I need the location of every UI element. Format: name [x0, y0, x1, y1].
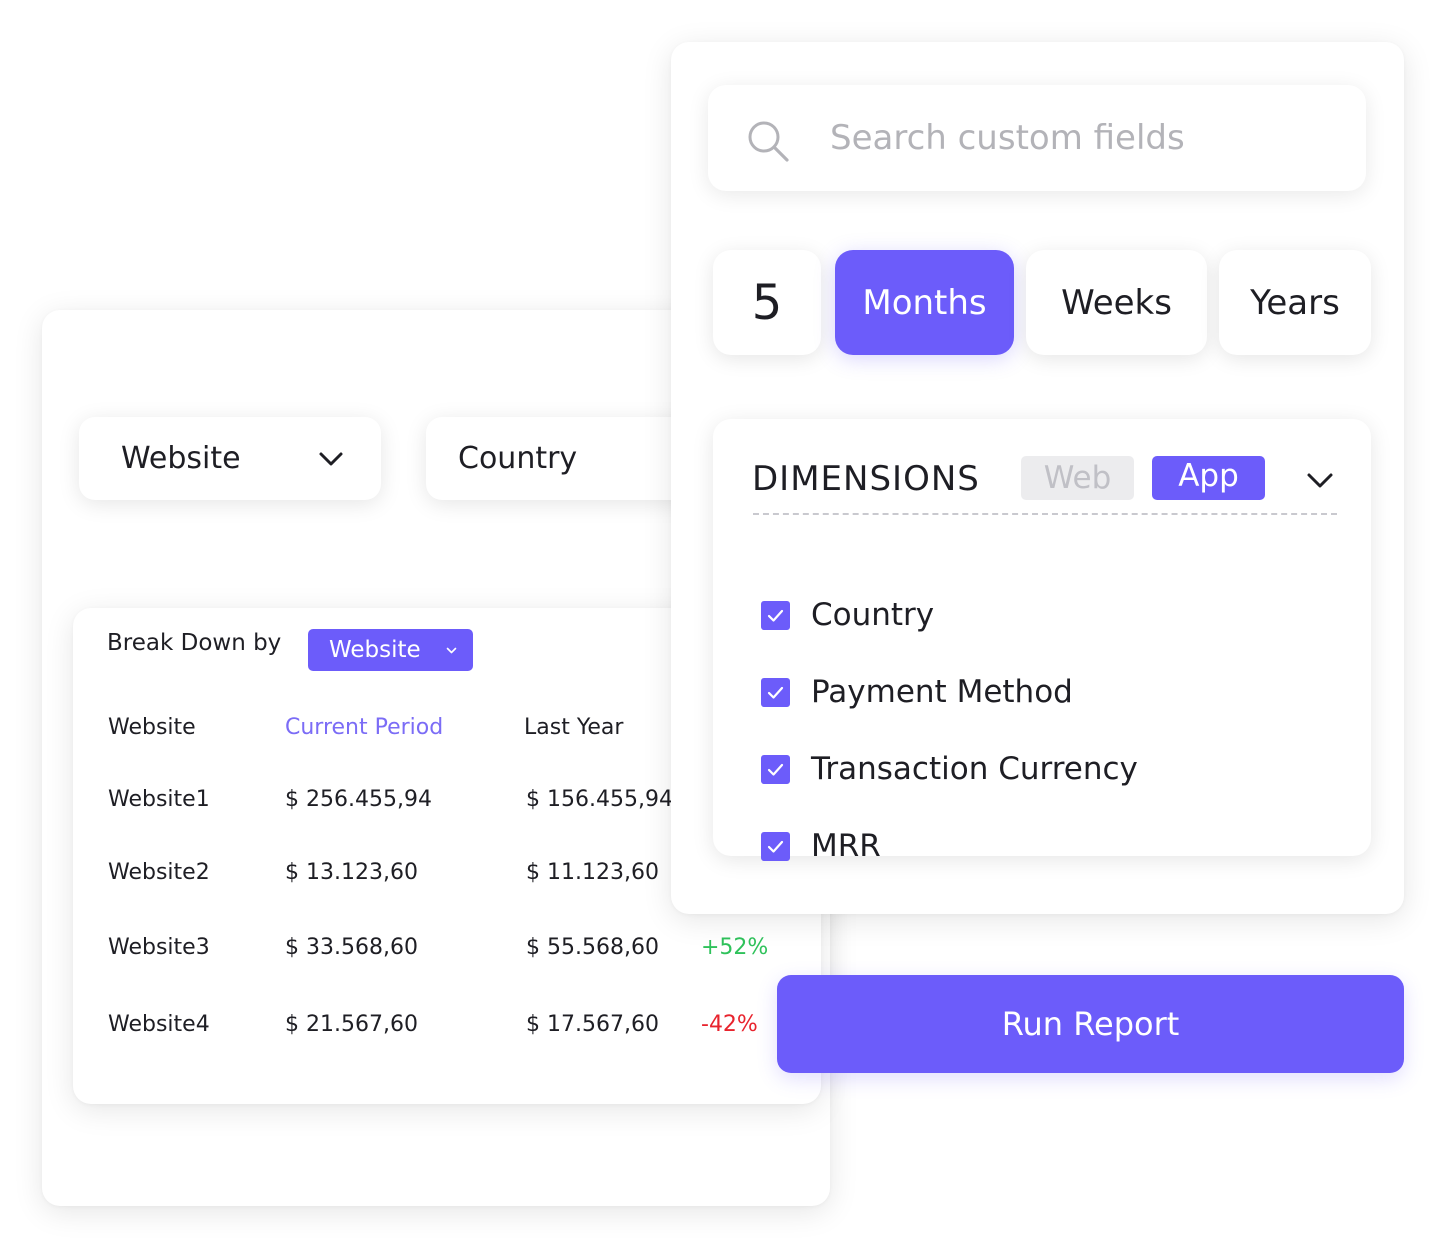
column-header-current-period[interactable]: Current Period [285, 715, 443, 740]
cell-site: Website4 [108, 1012, 210, 1037]
period-years-button[interactable]: Years [1219, 250, 1371, 355]
cell-current: $ 13.123,60 [285, 860, 418, 885]
website-dropdown[interactable]: Website [79, 417, 381, 500]
website-dropdown-label: Website [121, 441, 241, 476]
cell-last-year: $ 11.123,60 [526, 860, 659, 885]
search-input[interactable] [830, 113, 1330, 163]
chevron-down-icon [446, 647, 457, 654]
dimension-item-mrr[interactable]: MRR [761, 826, 881, 866]
cell-current: $ 21.567,60 [285, 1012, 418, 1037]
period-count-input[interactable]: 5 [713, 250, 821, 355]
dimension-label: Country [811, 597, 935, 633]
breakdown-select-value: Website [329, 637, 421, 663]
tag-app[interactable]: App [1152, 456, 1265, 500]
cell-current: $ 33.568,60 [285, 935, 418, 960]
check-icon [767, 840, 784, 853]
cell-last-year: $ 156.455,94 [526, 787, 673, 812]
cell-site: Website3 [108, 935, 210, 960]
search-box [708, 85, 1366, 191]
search-icon [748, 121, 789, 162]
settings-panel: 5 Months Weeks Years DIMENSIONS Web App … [671, 42, 1404, 914]
breakdown-label: Break Down by [107, 630, 282, 656]
check-icon [767, 609, 784, 622]
dimension-label: Transaction Currency [811, 751, 1138, 787]
period-months-button[interactable]: Months [835, 250, 1014, 355]
checkbox-checked[interactable] [761, 754, 790, 784]
period-weeks-button[interactable]: Weeks [1026, 250, 1207, 355]
dimensions-title: DIMENSIONS [752, 459, 980, 499]
cell-change-positive: +52% [701, 935, 769, 960]
cell-change-negative: -42% [701, 1012, 758, 1037]
country-dropdown-label: Country [458, 441, 578, 476]
cell-last-year: $ 17.567,60 [526, 1012, 659, 1037]
dimension-label: Payment Method [811, 674, 1073, 710]
dimension-item-payment-method[interactable]: Payment Method [761, 672, 1073, 712]
chevron-down-icon[interactable] [1305, 465, 1335, 495]
column-header-website: Website [108, 715, 196, 740]
check-icon [767, 686, 784, 699]
cell-current: $ 256.455,94 [285, 787, 432, 812]
cell-site: Website1 [108, 787, 210, 812]
checkbox-checked[interactable] [761, 600, 790, 630]
chevron-down-icon [319, 452, 343, 466]
dimensions-card: DIMENSIONS Web App Country Payment Metho… [713, 419, 1371, 864]
checkbox-checked[interactable] [761, 831, 790, 861]
dimension-item-country[interactable]: Country [761, 595, 934, 635]
check-icon [767, 763, 784, 776]
cell-site: Website2 [108, 860, 210, 885]
breakdown-select[interactable]: Website [308, 629, 473, 671]
cell-last-year: $ 55.568,60 [526, 935, 659, 960]
checkbox-checked[interactable] [761, 677, 790, 707]
dimensions-divider [753, 513, 1337, 515]
column-header-last-year[interactable]: Last Year [524, 715, 623, 740]
run-report-button[interactable]: Run Report [777, 975, 1404, 1073]
dimension-label: MRR [811, 828, 881, 864]
dimension-item-transaction-currency[interactable]: Transaction Currency [761, 749, 1138, 789]
tag-web[interactable]: Web [1021, 456, 1134, 500]
